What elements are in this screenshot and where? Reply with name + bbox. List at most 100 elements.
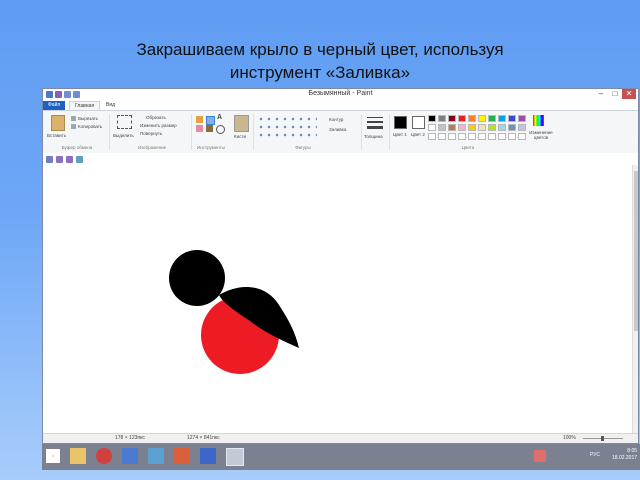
crop-button[interactable]: Обрезать <box>146 115 166 120</box>
brushes-button[interactable]: Кисти <box>234 134 246 139</box>
brushes-icon[interactable] <box>234 115 249 132</box>
paint-window: Безымянный - Paint – □ ✕ Файл Главная Ви… <box>42 88 639 444</box>
palette-swatch[interactable] <box>498 115 506 122</box>
cursor-position: 178 × 123пкс <box>115 435 145 441</box>
redo-quick-icon[interactable] <box>66 156 73 163</box>
palette-swatch[interactable] <box>458 115 466 122</box>
text-tool-icon[interactable]: A <box>217 114 222 121</box>
slide-title-line2: инструмент «Заливка» <box>229 63 411 82</box>
print-quick-icon[interactable] <box>76 156 83 163</box>
palette-swatch[interactable] <box>468 115 476 122</box>
separator <box>109 114 110 150</box>
color-picker-icon[interactable] <box>206 125 213 132</box>
palette-swatch[interactable] <box>478 133 486 140</box>
palette-swatch[interactable] <box>498 124 506 131</box>
app-icon-2[interactable] <box>148 448 164 464</box>
select-button[interactable]: Выделить <box>113 133 134 138</box>
window-title: Безымянный - Paint <box>308 90 373 97</box>
vertical-scrollbar[interactable] <box>632 165 638 433</box>
canvas[interactable] <box>43 165 603 433</box>
palette-swatch[interactable] <box>508 133 516 140</box>
palette-swatch[interactable] <box>428 124 436 131</box>
resize-button[interactable]: Изменить размер <box>140 123 177 128</box>
cut-button[interactable]: Вырезать <box>78 116 98 121</box>
paste-icon[interactable] <box>51 115 65 131</box>
color1-swatch[interactable] <box>394 116 407 129</box>
copy-button[interactable]: Копировать <box>78 124 102 129</box>
size-line-thin <box>367 117 383 118</box>
tab-home[interactable]: Главная <box>69 101 101 110</box>
select-icon[interactable] <box>117 115 132 129</box>
tray-date: 18.02.2017 <box>612 455 638 461</box>
palette-swatch[interactable] <box>518 115 526 122</box>
tab-view[interactable]: Вид <box>101 101 120 110</box>
palette-swatch[interactable] <box>428 115 436 122</box>
save-quick-icon[interactable] <box>46 156 53 163</box>
palette-swatch[interactable] <box>428 133 436 140</box>
maximize-button[interactable]: □ <box>608 89 622 99</box>
tray-icon[interactable] <box>534 450 546 462</box>
palette-swatch[interactable] <box>468 124 476 131</box>
zoom-slider-thumb[interactable] <box>601 436 604 441</box>
palette-swatch[interactable] <box>458 133 466 140</box>
canvas-size: 1274 × 841пкс <box>187 435 220 441</box>
palette-swatch[interactable] <box>438 115 446 122</box>
size-button[interactable]: Толщина <box>364 134 383 139</box>
edit-colors-icon[interactable] <box>533 115 544 126</box>
rotate-button[interactable]: Повернуть <box>140 131 162 136</box>
drawing-svg <box>169 250 299 374</box>
palette-swatch[interactable] <box>478 115 486 122</box>
word-icon[interactable] <box>200 448 216 464</box>
fill-button[interactable]: Заливка <box>329 127 346 132</box>
tray-clock[interactable]: 8:05 18.02.2017 <box>612 448 637 462</box>
color1-label[interactable]: Цвет 1 <box>393 132 407 137</box>
app-icon-1[interactable] <box>122 448 138 464</box>
palette-swatch[interactable] <box>508 115 516 122</box>
palette-swatch[interactable] <box>478 124 486 131</box>
color2-swatch[interactable] <box>412 116 425 129</box>
tray-time: 8:05 <box>627 448 638 454</box>
edit-colors-button[interactable]: Изменение цветов <box>523 130 559 140</box>
paint-taskbar-icon[interactable] <box>226 448 244 466</box>
palette-swatch[interactable] <box>448 133 456 140</box>
palette-swatch[interactable] <box>438 124 446 131</box>
pencil-icon[interactable] <box>196 116 203 123</box>
copy-icon[interactable] <box>71 124 76 129</box>
clipboard-group-label: Буфер обмена <box>61 145 93 150</box>
palette-swatch[interactable] <box>508 124 516 131</box>
scrollbar-thumb[interactable] <box>634 171 638 331</box>
ribbon-tabs: Файл Главная Вид <box>43 101 638 110</box>
palette-swatch[interactable] <box>488 115 496 122</box>
fill-bucket-icon[interactable] <box>206 116 215 125</box>
palette-swatch[interactable] <box>458 124 466 131</box>
palette-swatch[interactable] <box>448 124 456 131</box>
color-palette <box>428 115 528 143</box>
taskbar: РУС 8:05 18.02.2017 <box>42 444 640 470</box>
cut-icon[interactable] <box>71 116 76 121</box>
eraser-icon[interactable] <box>196 125 203 132</box>
palette-swatch[interactable] <box>488 124 496 131</box>
tab-file[interactable]: Файл <box>43 101 66 110</box>
magnifier-icon[interactable] <box>216 125 225 134</box>
file-explorer-icon[interactable] <box>70 448 86 464</box>
start-button-icon[interactable] <box>46 449 60 463</box>
zoom-level: 100% <box>563 435 576 441</box>
palette-swatch[interactable] <box>488 133 496 140</box>
input-language[interactable]: РУС <box>590 452 600 458</box>
close-button[interactable]: ✕ <box>622 89 636 99</box>
palette-swatch[interactable] <box>468 133 476 140</box>
palette-swatch[interactable] <box>448 115 456 122</box>
palette-swatch[interactable] <box>438 133 446 140</box>
outline-button[interactable]: Контур <box>329 117 343 122</box>
slide-title-line1: Закрашиваем крыло в черный цвет, использ… <box>136 40 504 59</box>
powerpoint-icon[interactable] <box>174 448 190 464</box>
shapes-gallery[interactable] <box>257 115 317 141</box>
tools-group-label: Инструменты <box>196 145 226 150</box>
yandex-browser-icon[interactable] <box>96 448 112 464</box>
color2-label[interactable]: Цвет 2 <box>411 132 425 137</box>
palette-swatch[interactable] <box>498 133 506 140</box>
minimize-button[interactable]: – <box>594 89 608 99</box>
quick-access-toolbar <box>43 153 638 165</box>
paste-button[interactable]: Вставить <box>47 133 66 138</box>
undo-quick-icon[interactable] <box>56 156 63 163</box>
